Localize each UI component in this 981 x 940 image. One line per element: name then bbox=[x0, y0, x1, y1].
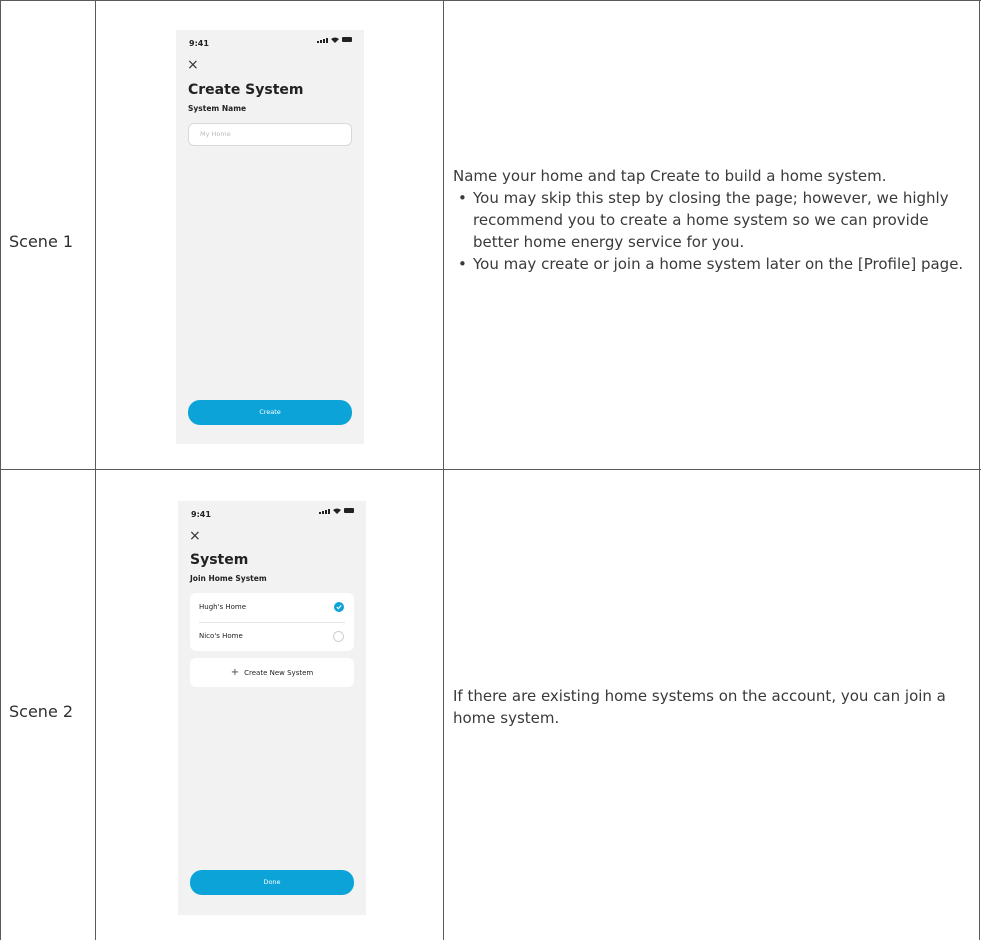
scene-1-description: Name your home and tap Create to build a… bbox=[453, 165, 975, 275]
battery-icon bbox=[342, 37, 352, 42]
radio-unselected-icon[interactable] bbox=[333, 631, 344, 642]
checkmark-icon[interactable] bbox=[334, 602, 344, 612]
scene-2-description: If there are existing home systems on th… bbox=[453, 685, 975, 729]
scene-1-phone-mockup: 9:41 × Create System System Name My Home… bbox=[176, 30, 364, 444]
table-border-left bbox=[0, 0, 1, 940]
create-new-system-button[interactable]: + Create New System bbox=[190, 658, 354, 687]
status-icons bbox=[319, 508, 354, 514]
system-list-card: Hugh's Home Nico's Home bbox=[190, 593, 354, 651]
description-bullet: You may skip this step by closing the pa… bbox=[453, 187, 975, 253]
status-time: 9:41 bbox=[191, 510, 211, 519]
signal-icon bbox=[317, 38, 328, 43]
plus-icon: + bbox=[230, 667, 240, 678]
done-button[interactable]: Done bbox=[190, 870, 354, 895]
table-border-top bbox=[0, 0, 981, 1]
create-new-label: Create New System bbox=[244, 668, 314, 677]
signal-icon bbox=[319, 509, 330, 514]
wifi-icon bbox=[331, 37, 339, 43]
create-button[interactable]: Create bbox=[188, 400, 352, 425]
screen-title: System bbox=[190, 552, 249, 568]
battery-icon bbox=[344, 508, 354, 513]
system-name: Hugh's Home bbox=[199, 603, 247, 611]
description-bullet: You may create or join a home system lat… bbox=[453, 253, 975, 275]
description-bullets: You may skip this step by closing the pa… bbox=[453, 187, 975, 275]
input-placeholder: My Home bbox=[200, 130, 231, 138]
status-icons bbox=[317, 37, 352, 43]
table-column-divider-1 bbox=[95, 0, 96, 940]
system-list-item-nicos-home[interactable]: Nico's Home bbox=[190, 622, 354, 651]
system-name: Nico's Home bbox=[199, 632, 243, 640]
system-name-input[interactable]: My Home bbox=[188, 123, 352, 146]
table-border-right bbox=[979, 0, 980, 940]
screen-title: Create System bbox=[188, 82, 304, 98]
table-border-middle bbox=[0, 469, 981, 470]
field-label: System Name bbox=[188, 104, 247, 113]
create-new-content: + Create New System bbox=[190, 658, 354, 687]
wifi-icon bbox=[333, 508, 341, 514]
description-intro: If there are existing home systems on th… bbox=[453, 687, 946, 727]
section-label: Join Home System bbox=[190, 574, 267, 583]
table-column-divider-2 bbox=[443, 0, 444, 940]
description-intro: Name your home and tap Create to build a… bbox=[453, 167, 887, 185]
scene-2-label: Scene 2 bbox=[9, 702, 74, 721]
scene-1-label: Scene 1 bbox=[9, 232, 74, 251]
system-list-item-hughs-home[interactable]: Hugh's Home bbox=[190, 593, 354, 622]
close-icon[interactable]: × bbox=[187, 58, 199, 72]
status-time: 9:41 bbox=[189, 39, 209, 48]
close-icon[interactable]: × bbox=[189, 529, 201, 543]
scene-2-phone-mockup: 9:41 × System Join Home System Hugh's Ho… bbox=[178, 501, 366, 915]
